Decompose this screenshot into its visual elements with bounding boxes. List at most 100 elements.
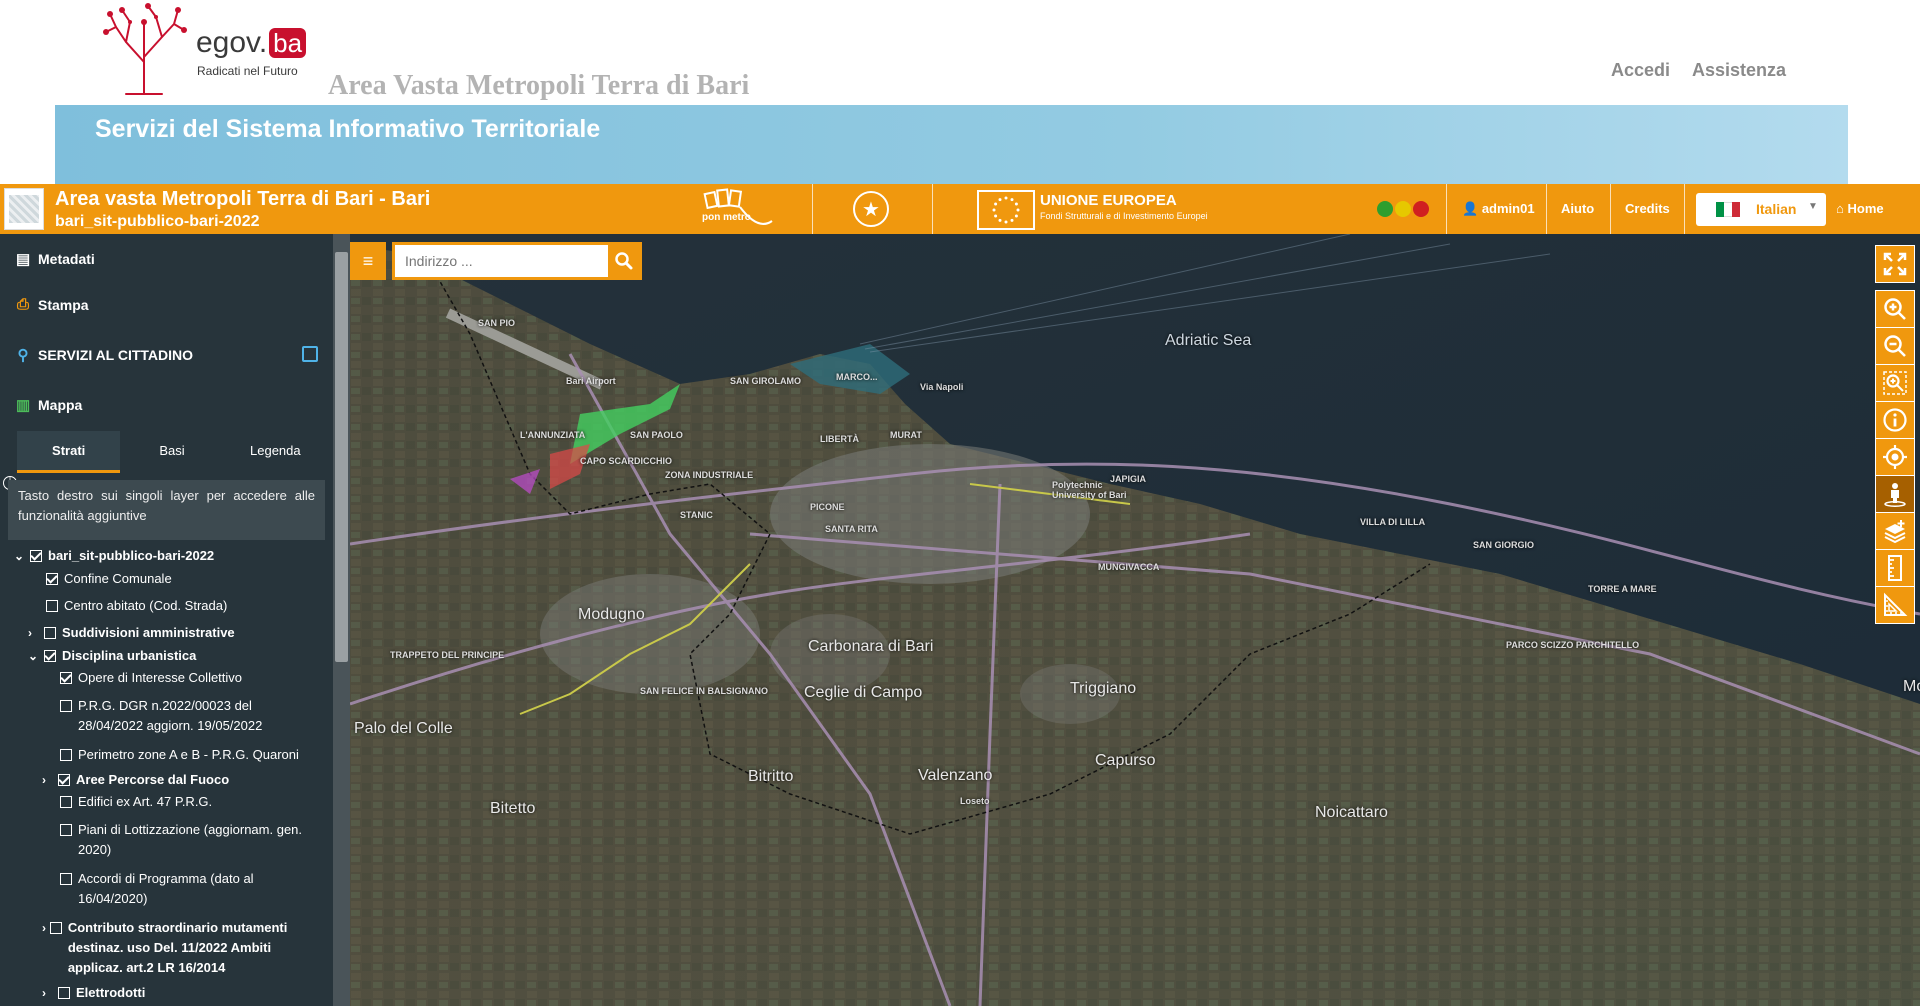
fullscreen-button[interactable] xyxy=(1875,245,1915,283)
layer-item[interactable]: Confine Comunale xyxy=(46,569,172,589)
layer-menu-button[interactable]: ≡ xyxy=(350,242,386,280)
map-label-town: Carbonara di Bari xyxy=(808,638,934,655)
layer-checkbox[interactable] xyxy=(44,627,56,639)
layer-item[interactable]: Centro abitato (Cod. Strada) xyxy=(46,596,227,616)
zoom-box-icon xyxy=(1883,371,1907,395)
eu-title: UNIONE EUROPEA xyxy=(1040,192,1177,209)
chevron-right-icon[interactable]: › xyxy=(42,770,56,790)
layer-item[interactable]: Piani di Lottizzazione (aggiornam. gen. … xyxy=(60,820,320,860)
user-menu[interactable]: 👤 admin01 xyxy=(1462,201,1535,217)
help-link[interactable]: Assistenza xyxy=(1692,60,1786,81)
tab-basi[interactable]: Basi xyxy=(120,431,223,473)
sidebar-item-print[interactable]: ⎙ Stampa xyxy=(16,296,89,313)
bar-divider xyxy=(1546,184,1547,234)
sidebar-item-citizen-services[interactable]: ⚲ SERVIZI AL CITTADINO xyxy=(16,346,194,364)
happy-face-icon[interactable] xyxy=(1377,201,1393,217)
layer-checkbox[interactable] xyxy=(49,922,62,934)
layer-group[interactable]: › Elettrodotti xyxy=(42,983,145,1003)
layer-item[interactable]: Accordi di Programma (dato al 16/04/2020… xyxy=(60,869,290,909)
sidebar-scrollbar[interactable] xyxy=(333,234,350,1006)
map-label-district: MURAT xyxy=(890,430,922,440)
layer-group[interactable]: ⌄ Disciplina urbanistica xyxy=(28,646,196,666)
layer-checkbox[interactable] xyxy=(60,796,72,808)
neutral-face-icon[interactable] xyxy=(1395,201,1411,217)
layer-checkbox[interactable] xyxy=(58,987,70,999)
layer-item[interactable]: Perimetro zone A e B - P.R.G. Quaroni xyxy=(60,745,299,765)
map-label-district: SAN GIORGIO xyxy=(1473,540,1535,550)
add-layer-button[interactable] xyxy=(1875,512,1915,550)
language-select[interactable]: Italian ▼ xyxy=(1696,193,1826,226)
map-label-sea: Adriatic Sea xyxy=(1165,332,1252,349)
map-label-district: SAN PIO xyxy=(478,318,516,328)
map-label-town: Triggiano xyxy=(1070,680,1137,697)
login-link[interactable]: Accedi xyxy=(1611,60,1670,81)
home-icon: ⌂ xyxy=(1836,201,1844,216)
layer-checkbox[interactable] xyxy=(58,774,70,786)
chevron-right-icon[interactable]: › xyxy=(28,623,42,643)
calculator-icon[interactable] xyxy=(302,346,318,362)
layer-checkbox[interactable] xyxy=(60,672,72,684)
chevron-down-icon[interactable]: ⌄ xyxy=(14,546,28,566)
user-icon: 👤 xyxy=(1462,201,1479,216)
layer-checkbox[interactable] xyxy=(44,650,56,662)
map-label-poi: Polytechnic University of Bari xyxy=(1052,480,1127,500)
measure-line-button[interactable] xyxy=(1875,549,1915,587)
layer-group[interactable]: › Suddivisioni amministrative xyxy=(28,623,235,643)
locate-button[interactable] xyxy=(1875,438,1915,476)
map-label-district: TRAPPETO DEL PRINCIPE xyxy=(390,650,505,660)
layer-group[interactable]: › Contributo straordinario mutamenti des… xyxy=(42,918,312,978)
sidebar-item-metadata[interactable]: ▤ Metadati xyxy=(16,250,95,268)
layer-checkbox[interactable] xyxy=(60,700,72,712)
layer-checkbox[interactable] xyxy=(60,824,72,836)
bar-divider xyxy=(932,184,933,234)
info-button[interactable] xyxy=(1875,401,1915,439)
map-view[interactable]: Adriatic Sea Modugno Carbonara di Bari C… xyxy=(350,234,1920,1006)
help-button[interactable]: Aiuto xyxy=(1561,201,1594,216)
tab-strati[interactable]: Strati xyxy=(17,431,121,473)
layer-checkbox[interactable] xyxy=(46,573,58,585)
hint-box: Tasto destro sui singoli layer per acced… xyxy=(8,480,325,540)
pon-logo-text: pon metro xyxy=(702,212,751,223)
street-view-button[interactable] xyxy=(1875,475,1915,513)
zoom-box-button[interactable] xyxy=(1875,364,1915,402)
layer-item[interactable]: Opere di Interesse Collettivo xyxy=(60,668,242,688)
brand-logo[interactable]: egov. ba xyxy=(196,26,307,60)
map-label-poi: Bari Airport xyxy=(566,376,616,386)
sad-face-icon[interactable] xyxy=(1413,201,1429,217)
zoom-in-button[interactable] xyxy=(1875,290,1915,328)
search-icon: ⚲ xyxy=(17,347,29,364)
layer-group[interactable]: › Aree Percorse dal Fuoco xyxy=(42,770,229,790)
map-label-district: SAN FELICE IN BALSIGNANO xyxy=(640,686,769,696)
brand-suffix: ba xyxy=(269,28,307,58)
layer-group[interactable]: ⌄ bari_sit-pubblico-bari-2022 xyxy=(14,546,214,566)
measure-area-button[interactable] xyxy=(1875,586,1915,624)
chevron-right-icon[interactable]: › xyxy=(42,918,48,978)
bar-divider xyxy=(1446,184,1447,234)
map-label-district: LIBERTÀ xyxy=(820,434,859,444)
fullscreen-icon xyxy=(1883,252,1907,276)
sidebar-item-map[interactable]: ▥ Mappa xyxy=(16,396,82,414)
home-button[interactable]: ⌂ Home xyxy=(1836,201,1884,216)
tab-legenda[interactable]: Legenda xyxy=(224,431,327,473)
map-label-district: MARCO... xyxy=(836,372,878,382)
chevron-right-icon[interactable]: › xyxy=(42,983,56,1003)
map-label-district: L'ANNUNZIATA xyxy=(520,430,586,440)
layer-checkbox[interactable] xyxy=(60,873,72,885)
scrollbar-thumb[interactable] xyxy=(335,252,348,662)
credits-button[interactable]: Credits xyxy=(1625,201,1670,216)
address-search-input[interactable] xyxy=(395,245,608,277)
layer-checkbox[interactable] xyxy=(46,600,58,612)
sidebar-item-label: Mappa xyxy=(38,397,83,413)
layer-checkbox[interactable] xyxy=(30,550,42,562)
chevron-down-icon[interactable]: ⌄ xyxy=(28,646,42,666)
zoom-out-button[interactable] xyxy=(1875,327,1915,365)
site-header: egov. ba Radicati nel Futuro Area Vasta M… xyxy=(0,0,1920,184)
layer-item[interactable]: P.R.G. DGR n.2022/00023 del 28/04/2022 a… xyxy=(60,696,320,736)
search-icon[interactable] xyxy=(614,251,634,271)
layer-item[interactable]: Edifici ex Art. 47 P.R.G. xyxy=(60,792,212,812)
feedback-smileys[interactable] xyxy=(1377,201,1429,217)
italian-flag-icon xyxy=(1716,202,1740,217)
language-label: Italian xyxy=(1756,201,1797,217)
layer-checkbox[interactable] xyxy=(60,749,72,761)
locate-icon xyxy=(1883,445,1907,469)
